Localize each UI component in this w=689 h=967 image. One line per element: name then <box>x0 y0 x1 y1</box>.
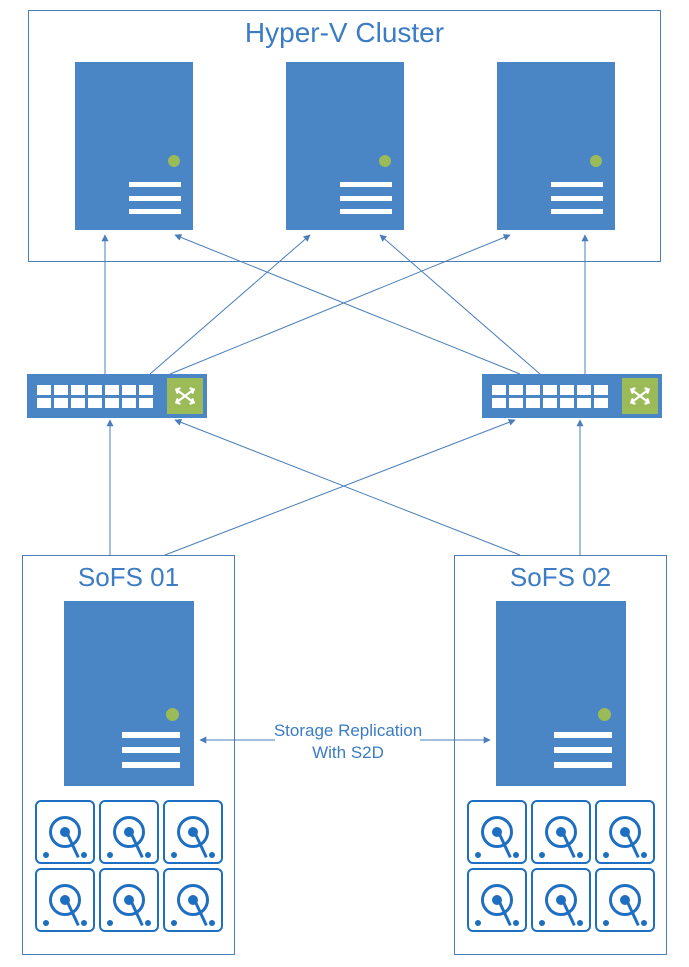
hard-disk-icon <box>467 868 527 932</box>
hard-disk-icon <box>467 800 527 864</box>
sofs-1-title: SoFS 01 <box>23 562 234 593</box>
hard-disk-icon <box>531 868 591 932</box>
sofs-2-title: SoFS 02 <box>455 562 666 593</box>
sofs-node-1: SoFS 01 <box>22 555 235 955</box>
vent-icon <box>554 732 612 768</box>
hard-disk-icon <box>531 800 591 864</box>
hyperv-host-1 <box>75 62 193 230</box>
vent-icon <box>551 182 603 214</box>
sofs-1-disks <box>34 800 224 932</box>
status-led-icon <box>165 707 180 722</box>
sofs-2-server-icon <box>496 601 626 786</box>
hard-disk-icon <box>163 868 223 932</box>
hard-disk-icon <box>595 868 655 932</box>
vent-icon <box>122 732 180 768</box>
switch-ports-icon <box>37 385 153 408</box>
hard-disk-icon <box>163 800 223 864</box>
diagram-canvas: Hyper-V Cluster <box>0 0 689 967</box>
network-switch-2 <box>482 374 662 418</box>
status-led-icon <box>597 707 612 722</box>
status-led-icon <box>378 154 392 168</box>
hard-disk-icon <box>99 868 159 932</box>
network-switch-1 <box>27 374 207 418</box>
sofs-1-server-icon <box>64 601 194 786</box>
crossover-icon <box>622 378 658 414</box>
hard-disk-icon <box>99 800 159 864</box>
cluster-title: Hyper-V Cluster <box>29 17 660 49</box>
hard-disk-icon <box>35 800 95 864</box>
sofs-2-disks <box>466 800 656 932</box>
hard-disk-icon <box>595 800 655 864</box>
hyperv-host-2 <box>286 62 404 230</box>
sofs-node-2: SoFS 02 <box>454 555 667 955</box>
status-led-icon <box>167 154 181 168</box>
replication-label: Storage Replication With S2D <box>268 720 428 764</box>
replication-line2: With S2D <box>312 743 384 762</box>
replication-line1: Storage Replication <box>274 721 422 740</box>
hard-disk-icon <box>35 868 95 932</box>
switch-ports-icon <box>492 385 608 408</box>
vent-icon <box>340 182 392 214</box>
vent-icon <box>129 182 181 214</box>
hyperv-host-3 <box>497 62 615 230</box>
status-led-icon <box>589 154 603 168</box>
crossover-icon <box>167 378 203 414</box>
